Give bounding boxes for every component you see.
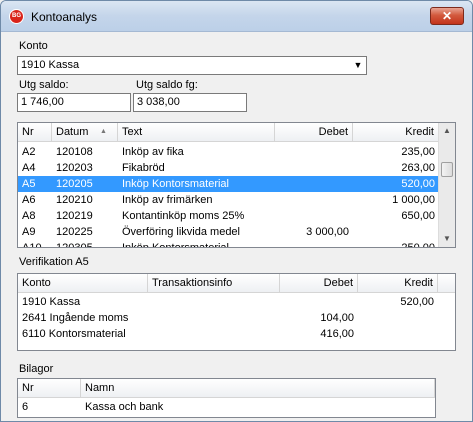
cell-text: Inköp Kontorsmaterial (122, 242, 229, 248)
cell-kredit: 1 000,00 (392, 194, 435, 206)
cell-nr: A6 (22, 194, 36, 206)
cell-transaktionsinfo (148, 310, 280, 326)
cell-konto: 6110 Kontorsmaterial (22, 328, 126, 340)
cell-namn: Kassa och bank (85, 401, 164, 413)
table-row[interactable]: 1910 Kassa 520,00 (18, 294, 455, 310)
cell-datum: 120203 (56, 162, 93, 174)
verifikation-label: Verifikation A5 (19, 256, 89, 268)
app-logo-icon: BG (9, 9, 24, 24)
col-datum[interactable]: Datum ▲ (52, 123, 118, 142)
table-row[interactable]: 2641 Ingående moms 104,00 (18, 310, 455, 326)
cell-text: Fikabröd (122, 162, 165, 174)
cell-nr: A4 (22, 162, 36, 174)
bilagor-label: Bilagor (19, 363, 54, 375)
cell-nr: A10 (22, 242, 42, 248)
scroll-down-icon[interactable]: ▼ (439, 231, 455, 247)
verifikation-grid[interactable]: Konto Transaktionsinfo Debet Kredit 1910… (17, 273, 456, 351)
title-bar[interactable]: BG Kontoanalys ✕ (1, 1, 472, 32)
table-row[interactable]: A6 120210 Inköp av frimärken 1 000,00 (18, 192, 439, 208)
cell-bilaga-nr: 6 (22, 401, 29, 413)
cell-kredit: 520,00 (400, 296, 434, 308)
cell-text: Inköp Kontorsmaterial (122, 178, 229, 190)
col-text[interactable]: Text (118, 123, 275, 142)
utg-saldo-label: Utg saldo: (19, 79, 69, 91)
cell-text: Överföring likvida medel (122, 226, 240, 238)
col-datum-label: Datum (56, 126, 89, 138)
kontoanalys-window: BG Kontoanalys ✕ Konto 1910 Kassa ▼ Utg … (0, 0, 473, 422)
konto-select[interactable]: 1910 Kassa ▼ (17, 56, 367, 75)
cell-debet: 104,00 (320, 312, 354, 324)
table-row[interactable]: 6 Kassa och bank (18, 399, 435, 415)
table-row[interactable]: A10 120305 Inköp Kontorsmaterial 250,00 (18, 240, 439, 248)
sort-asc-icon: ▲ (100, 128, 107, 135)
utg-saldo-fg-label: Utg saldo fg: (136, 79, 198, 91)
cell-text: Inköp av fika (122, 146, 184, 158)
table-row[interactable]: A2 120108 Inköp av fika 235,00 (18, 144, 439, 160)
cell-datum: 120225 (56, 226, 93, 238)
cell-kredit: 250,00 (401, 242, 435, 248)
cell-nr: A5 (22, 178, 36, 190)
cell-debet: 416,00 (320, 328, 354, 340)
cell-datum: 120205 (56, 178, 93, 190)
cell-nr: A8 (22, 210, 36, 222)
cell-transaktionsinfo (148, 294, 280, 310)
col-konto[interactable]: Konto (18, 274, 148, 293)
table-row[interactable]: A9 120225 Överföring likvida medel 3 000,00 (18, 224, 439, 240)
cell-text: Inköp av frimärken (122, 194, 213, 206)
window-title: Kontoanalys (31, 10, 98, 24)
utg-saldo-field[interactable]: 1 746,00 (17, 93, 131, 112)
cell-nr: A2 (22, 146, 36, 158)
table-row[interactable]: A4 120203 Fikabröd 263,00 (18, 160, 439, 176)
cell-debet (280, 294, 358, 310)
cell-debet (275, 176, 353, 192)
close-button[interactable]: ✕ (430, 7, 464, 25)
cell-datum: 120219 (56, 210, 93, 222)
cell-debet (275, 160, 353, 176)
scroll-up-icon[interactable]: ▲ (439, 123, 455, 139)
col-ver-debet[interactable]: Debet (280, 274, 358, 293)
col-transaktionsinfo[interactable]: Transaktionsinfo (148, 274, 280, 293)
cell-konto: 1910 Kassa (22, 296, 81, 308)
cell-kredit: 650,00 (401, 210, 435, 222)
scroll-thumb[interactable] (441, 162, 453, 177)
cell-kredit (358, 310, 438, 326)
konto-label: Konto (19, 40, 48, 52)
col-bilaga-nr[interactable]: Nr (18, 379, 81, 398)
cell-kredit (358, 326, 438, 342)
bilagor-grid[interactable]: Nr Namn 6 Kassa och bank (17, 378, 436, 418)
transactions-grid[interactable]: Nr Datum ▲ Text Debet Kredit A2 120108 Ink… (17, 122, 456, 248)
col-namn[interactable]: Namn (81, 379, 435, 398)
verifikation-header: Konto Transaktionsinfo Debet Kredit (18, 274, 455, 293)
cell-text: Kontantinköp moms 25% (122, 210, 245, 222)
transactions-header: Nr Datum ▲ Text Debet Kredit (18, 123, 439, 142)
cell-kredit: 263,00 (401, 162, 435, 174)
cell-nr: A9 (22, 226, 36, 238)
cell-debet (275, 240, 353, 247)
bilagor-header: Nr Namn (18, 379, 435, 398)
cell-transaktionsinfo (148, 326, 280, 342)
cell-datum: 120305 (56, 242, 93, 248)
col-ver-kredit[interactable]: Kredit (358, 274, 438, 293)
cell-konto: 2641 Ingående moms (22, 312, 129, 324)
table-row[interactable]: 6110 Kontorsmaterial 416,00 (18, 326, 455, 342)
col-debet[interactable]: Debet (275, 123, 353, 142)
cell-datum: 120210 (56, 194, 93, 206)
cell-kredit: 235,00 (401, 146, 435, 158)
cell-datum: 120108 (56, 146, 93, 158)
konto-value: 1910 Kassa (21, 59, 80, 71)
chevron-down-icon[interactable]: ▼ (350, 57, 366, 74)
cell-kredit: 520,00 (401, 178, 435, 190)
utg-saldo-fg-field[interactable]: 3 038,00 (133, 93, 247, 112)
cell-debet: 3 000,00 (306, 226, 349, 238)
transactions-scrollbar[interactable]: ▲ ▼ (438, 123, 455, 247)
table-row[interactable]: A5 120205 Inköp Kontorsmaterial 520,00 (18, 176, 439, 192)
col-nr[interactable]: Nr (18, 123, 52, 142)
cell-debet (275, 192, 353, 208)
table-row[interactable]: A8 120219 Kontantinköp moms 25% 650,00 (18, 208, 439, 224)
cell-kredit (353, 224, 439, 240)
cell-debet (275, 208, 353, 224)
cell-debet (275, 144, 353, 160)
col-kredit[interactable]: Kredit (353, 123, 439, 142)
